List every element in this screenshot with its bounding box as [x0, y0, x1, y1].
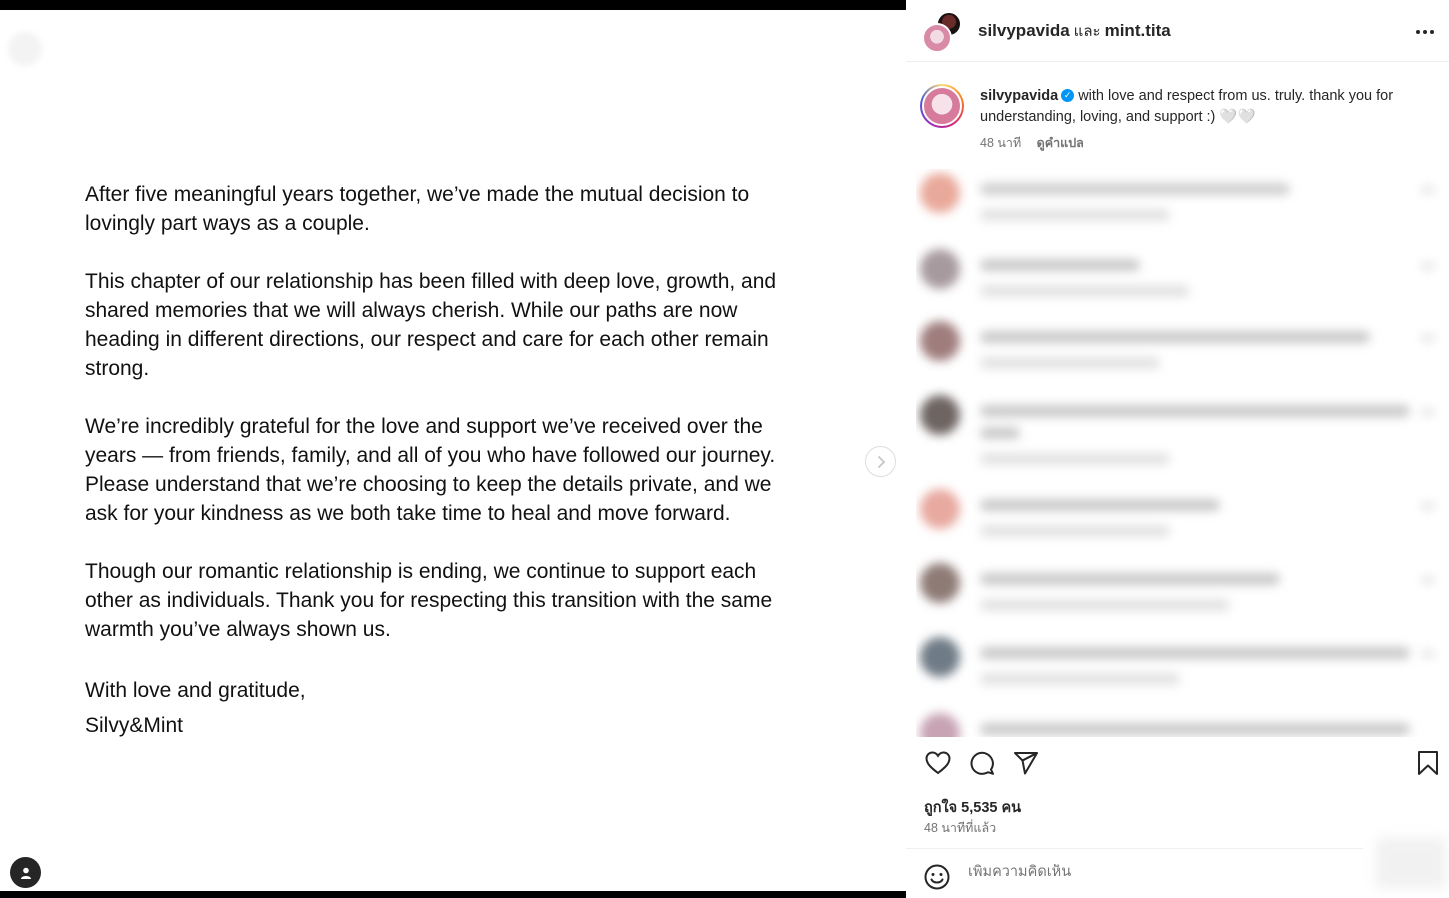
post-caption: silvypavida ✓ with love and respect from u…	[906, 62, 1449, 168]
announcement-paragraph: Though our romantic relationship is endi…	[85, 560, 773, 641]
announcement-paragraph: This chapter of our relationship has bee…	[85, 270, 777, 380]
avatar	[920, 395, 960, 435]
collab-avatars[interactable]	[922, 10, 962, 53]
heart-icon	[925, 751, 951, 775]
save-button[interactable]	[1413, 748, 1443, 778]
list-item	[916, 709, 1449, 737]
author-link[interactable]: silvypavida	[978, 21, 1070, 40]
avatar	[920, 249, 960, 289]
avatar	[920, 173, 960, 213]
like-button[interactable]	[923, 748, 953, 778]
post-media-area: After five meaningful years together, we…	[0, 0, 906, 898]
emoji-icon	[924, 864, 950, 890]
blurred-corner	[8, 32, 42, 66]
and-text: และ	[1073, 22, 1101, 40]
add-comment-bar	[906, 848, 1363, 898]
caption-time: 48 นาที	[980, 136, 1022, 150]
avatar	[920, 563, 960, 603]
post-actions	[906, 738, 1449, 790]
author-link[interactable]: mint.tita	[1105, 21, 1171, 40]
emoji-button[interactable]	[924, 864, 950, 895]
list-item	[916, 317, 1449, 377]
post-comment-button[interactable]	[1376, 838, 1446, 888]
share-icon	[1014, 752, 1038, 775]
avatar	[920, 489, 960, 529]
caption-text: silvypavida ✓ with love and respect from u…	[980, 86, 1433, 128]
chevron-right-icon	[877, 455, 885, 468]
tagged-users-button[interactable]	[10, 857, 41, 888]
caption-username[interactable]: silvypavida	[980, 88, 1058, 104]
comment-button[interactable]	[967, 748, 997, 778]
announcement-paragraph: We’re incredibly grateful for the love a…	[85, 415, 776, 525]
translate-link[interactable]: ดูคำแปล	[1037, 136, 1084, 150]
avatar[interactable]	[920, 84, 964, 128]
avatar	[920, 713, 960, 737]
post-header: silvypavida และ mint.tita	[906, 0, 1449, 62]
avatar	[922, 22, 952, 53]
avatar	[920, 321, 960, 361]
comment-input[interactable]	[968, 864, 1348, 880]
avatar	[920, 637, 960, 677]
list-item	[916, 391, 1449, 475]
bookmark-icon	[1418, 751, 1438, 775]
caption-meta: 48 นาที ดูคำแปล	[980, 133, 1433, 153]
post-side-panel: silvypavida และ mint.tita silvypavida ✓ with…	[906, 0, 1449, 898]
announcement-signature: Silvy&Mint	[85, 714, 184, 737]
announcement-paragraph: After five meaningful years together, we…	[85, 183, 750, 235]
list-item	[916, 633, 1449, 693]
announcement-closing: With love and gratitude,	[85, 679, 306, 702]
next-image-button[interactable]	[865, 446, 896, 477]
post-timestamp[interactable]: 48 นาทีที่แล้ว	[924, 818, 996, 838]
likes-count[interactable]: ถูกใจ 5,535 คน	[924, 796, 1021, 819]
more-icon	[1416, 30, 1434, 34]
post-image[interactable]: After five meaningful years together, we…	[0, 10, 906, 891]
share-button[interactable]	[1011, 748, 1041, 778]
list-item	[916, 169, 1449, 229]
list-item	[916, 559, 1449, 619]
list-item	[916, 485, 1449, 545]
list-item	[916, 245, 1449, 305]
more-options-button[interactable]	[1415, 18, 1435, 41]
comment-icon	[970, 751, 994, 775]
post-authors: silvypavida และ mint.tita	[978, 19, 1171, 43]
comments-list[interactable]	[916, 169, 1449, 737]
verified-badge-icon: ✓	[1061, 88, 1075, 102]
announcement-text: After five meaningful years together, we…	[85, 180, 825, 743]
user-tag-icon	[20, 867, 31, 879]
